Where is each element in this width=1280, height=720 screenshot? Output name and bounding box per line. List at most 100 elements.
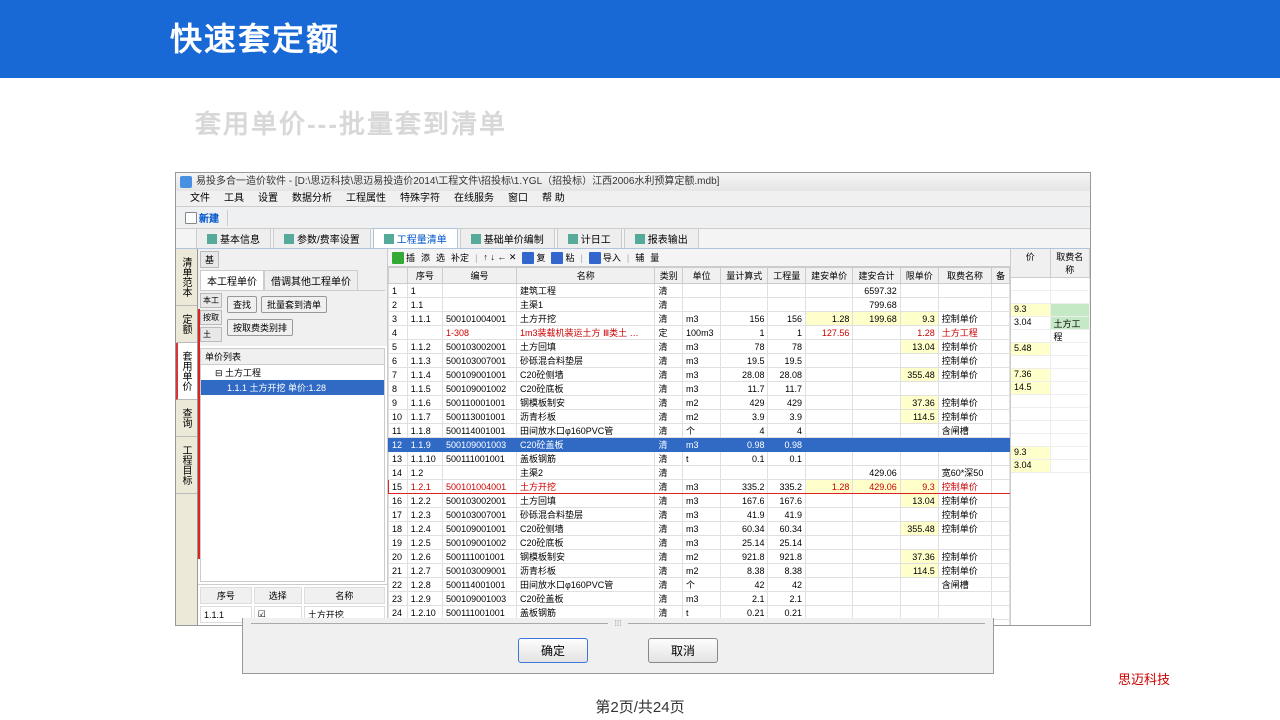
window-titlebar[interactable]: 易投多合一造价软件 - [D:\思迈科技\思迈易投造价2014\工程文件\招投标…	[176, 173, 1090, 191]
main-panel: 插 添 选 补定 | ↑ ↓ ← ✕ 复 粘 | 导入 | 辅 量 序号编号名称…	[388, 249, 1010, 625]
window-title: 易投多合一造价软件 - [D:\思迈科技\思迈易投造价2014\工程文件\招投标…	[196, 173, 719, 191]
table-row[interactable]: 121.1.9500109001003C20砼盖板清m30.980.98	[389, 438, 1010, 452]
highlight-line	[198, 309, 200, 559]
table-row[interactable]: 201.2.6500111001001钢模板制安清m2921.8921.837.…	[389, 550, 1010, 564]
sort-by-fee-button[interactable]: 按取费类别排	[227, 319, 293, 336]
table-row[interactable]: 131.1.10500111001001盖板钢筋清t0.10.1	[389, 452, 1010, 466]
tb-supplement[interactable]: 补定	[451, 251, 469, 264]
sidetab-query[interactable]: 查询	[176, 400, 197, 437]
tab-reports[interactable]: 报表输出	[624, 228, 699, 248]
tab-base-price[interactable]: 基础单价编制	[460, 228, 555, 248]
main-grid[interactable]: 序号编号名称类别单位量计算式工程量建安单价建安合计限单价取费名称备 11建筑工程…	[388, 267, 1010, 625]
menu-settings[interactable]: 设置	[258, 191, 278, 206]
vertical-sidetabs: 清单范本 定额 套用单价 查询 工程目标	[176, 249, 198, 625]
rp-col-price: 价	[1011, 249, 1051, 277]
tab-icon	[284, 234, 294, 244]
tb-arrow[interactable]: ↑ ↓ ← ✕	[483, 252, 516, 263]
table-row[interactable]: 181.2.4500109001001C20砼侧墙清m360.3460.3435…	[389, 522, 1010, 536]
tab-quantity-list[interactable]: 工程量清单	[373, 228, 458, 248]
batch-apply-button[interactable]: 批量套到清单	[261, 296, 327, 313]
tb-add[interactable]: 添	[421, 251, 430, 264]
tab-icon	[207, 234, 217, 244]
right-panel: 价 取费名称 9.33.04土方工程5.487.3614.59.33.04	[1010, 249, 1090, 625]
unit-price-list: 单价列表 ⊟ 土方工程 1.1.1 土方开挖 单价:1.28	[200, 348, 385, 582]
copy-icon	[522, 252, 534, 264]
table-row[interactable]: 221.2.8500114001001田间放水口φ160PVC管清个4242含闸…	[389, 578, 1010, 592]
menu-file[interactable]: 文件	[190, 191, 210, 206]
table-row[interactable]: 161.2.2500103002001土方回填清m3167.6167.613.0…	[389, 494, 1010, 508]
table-row[interactable]: 101.1.7500113001001沥青杉板清m23.93.9114.5控制单…	[389, 410, 1010, 424]
dialog-footer: ⁞⁞⁞ 确定 取消	[242, 618, 994, 674]
table-row[interactable]: 81.1.5500109001002C20砼底板清m311.711.7	[389, 382, 1010, 396]
tree-root[interactable]: ⊟ 土方工程	[201, 365, 384, 380]
tab-icon	[471, 234, 481, 244]
menu-window[interactable]: 窗口	[508, 191, 528, 206]
tb-qty[interactable]: 量	[650, 251, 659, 264]
lp-tab-borrow[interactable]: 借调其他工程单价	[264, 270, 358, 290]
side-btn-basic[interactable]: 基	[200, 251, 219, 268]
table-row[interactable]: 11建筑工程清6597.32	[389, 284, 1010, 298]
menu-help[interactable]: 帮 助	[542, 191, 565, 206]
tb-select[interactable]: 选	[436, 251, 445, 264]
table-row[interactable]: 171.2.3500103007001砂砾混合料垫层清m341.941.9控制单…	[389, 508, 1010, 522]
new-button[interactable]: 新建	[180, 208, 224, 227]
left-panel: 基 本工程单价 借调其他工程单价 本工 按取 土 查找 批量套到清单	[198, 249, 388, 625]
rp-col-fee: 取费名称	[1051, 249, 1091, 277]
table-row[interactable]: 231.2.9500109001003C20砼盖板清m32.12.1	[389, 592, 1010, 606]
menubar: 文件 工具 设置 数据分析 工程属性 特殊字符 在线服务 窗口 帮 助	[176, 191, 1090, 207]
menu-online[interactable]: 在线服务	[454, 191, 494, 206]
table-row[interactable]: 51.1.2500103002001土方回填清m3787813.04控制单价	[389, 340, 1010, 354]
tab-basic-info[interactable]: 基本信息	[196, 228, 271, 248]
sidetab-template[interactable]: 清单范本	[176, 249, 197, 306]
table-row[interactable]: 141.2主渠2清429.06宽60*深50	[389, 466, 1010, 480]
import-icon	[589, 252, 601, 264]
table-row[interactable]: 71.1.4500109001001C20砼侧墙清m328.0828.08355…	[389, 368, 1010, 382]
tb-copy[interactable]: 复	[522, 251, 545, 264]
table-row[interactable]: 111.1.8500114001001田间放水口φ160PVC管清个44含闸槽	[389, 424, 1010, 438]
app-icon	[180, 176, 192, 188]
table-row[interactable]: 91.1.6500110001001钢模板制安清m242942937.36控制单…	[389, 396, 1010, 410]
list-header: 单价列表	[201, 349, 384, 365]
tb-insert[interactable]: 插	[392, 251, 415, 264]
search-button[interactable]: 查找	[227, 296, 257, 313]
ok-button[interactable]: 确定	[518, 638, 588, 663]
tabstrip: 基本信息 参数/费率设置 工程量清单 基础单价编制 计日工 报表输出	[176, 229, 1090, 249]
table-row[interactable]: 31.1.1500101004001土方开挖清m31561561.28199.6…	[389, 312, 1010, 326]
tab-daywork[interactable]: 计日工	[557, 228, 622, 248]
tb-paste[interactable]: 粘	[551, 251, 574, 264]
cancel-button[interactable]: 取消	[648, 638, 718, 663]
menu-project-props[interactable]: 工程属性	[346, 191, 386, 206]
sidetab-unit-price[interactable]: 套用单价	[176, 343, 197, 400]
table-row[interactable]: 191.2.5500109001002C20砼底板清m325.1425.14	[389, 536, 1010, 550]
brand-label: 思迈科技	[1118, 669, 1170, 688]
menu-special-chars[interactable]: 特殊字符	[400, 191, 440, 206]
new-icon	[185, 212, 197, 224]
page-subtitle: 套用单价---批量套到清单	[0, 78, 1280, 151]
sb-3[interactable]: 土	[200, 327, 222, 342]
menu-analysis[interactable]: 数据分析	[292, 191, 332, 206]
sb-2[interactable]: 按取	[200, 310, 222, 325]
sidetab-target[interactable]: 工程目标	[176, 437, 197, 494]
table-row[interactable]: 21.1主渠1清799.68	[389, 298, 1010, 312]
drag-handle[interactable]: ⁞⁞⁞	[608, 619, 628, 628]
tb-aux[interactable]: 辅	[635, 251, 644, 264]
menu-tools[interactable]: 工具	[224, 191, 244, 206]
tree-item-selected[interactable]: 1.1.1 土方开挖 单价:1.28	[201, 380, 384, 395]
tab-icon	[635, 234, 645, 244]
table-row[interactable]: 211.2.7500103009001沥青杉板清m28.388.38114.5控…	[389, 564, 1010, 578]
tb-import[interactable]: 导入	[589, 251, 621, 264]
table-row[interactable]: 151.2.1500101004001土方开挖清m3335.2335.21.28…	[389, 480, 1010, 494]
sb-1[interactable]: 本工	[200, 293, 222, 308]
table-row[interactable]: 61.1.3500103007001砂砾混合料垫层清m319.519.5控制单价	[389, 354, 1010, 368]
page-title-banner: 快速套定额	[0, 0, 1280, 78]
table-row[interactable]: 41-3081m3装载机装运土方 Ⅲ类土 …定100m311127.561.28…	[389, 326, 1010, 340]
plus-icon	[392, 252, 404, 264]
lp-tab-this-project[interactable]: 本工程单价	[200, 270, 264, 290]
main-toolbar: 新建	[176, 207, 1090, 229]
sidetab-quota[interactable]: 定额	[176, 306, 197, 343]
tab-icon	[384, 234, 394, 244]
tab-params[interactable]: 参数/费率设置	[273, 228, 371, 248]
grid-toolbar: 插 添 选 补定 | ↑ ↓ ← ✕ 复 粘 | 导入 | 辅 量	[388, 249, 1010, 267]
tab-icon	[568, 234, 578, 244]
page-indicator: 第2页/共24页	[0, 696, 1280, 717]
